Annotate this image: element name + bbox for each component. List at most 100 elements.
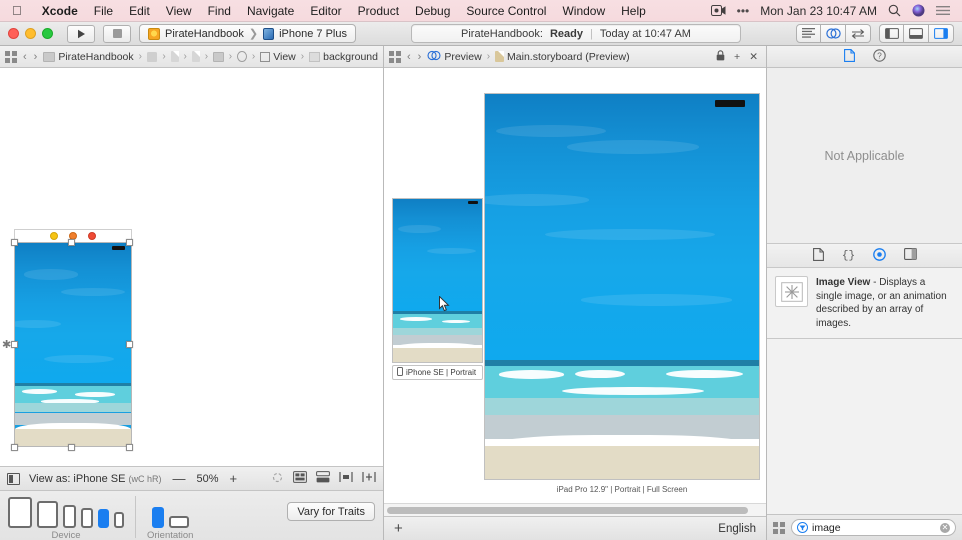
file-icon[interactable]: [170, 51, 179, 62]
device-iphone-plus[interactable]: [63, 505, 76, 528]
vary-for-traits-button[interactable]: Vary for Traits: [287, 502, 375, 521]
zoom-in-button[interactable]: +: [228, 471, 240, 486]
menu-item-debug[interactable]: Debug: [407, 4, 458, 18]
device-iphone-se[interactable]: [98, 509, 109, 528]
related-items-icon[interactable]: [5, 50, 17, 63]
screen-record-icon[interactable]: [710, 5, 726, 16]
preview-language-selector[interactable]: English: [718, 523, 756, 535]
preview-device-ipad-pro[interactable]: [484, 93, 760, 480]
utilities-toggle-icon[interactable]: [929, 24, 954, 43]
view-as-icon[interactable]: [7, 472, 20, 485]
library-list[interactable]: [767, 339, 962, 514]
library-grid-icon[interactable]: [773, 521, 785, 534]
breadcrumb-storyboard[interactable]: Main.storyboard (Preview): [495, 51, 630, 63]
device-iphone[interactable]: [81, 508, 93, 528]
exit-dock-icon[interactable]: [88, 232, 96, 240]
add-preview-device-button[interactable]: +: [394, 520, 403, 537]
preview-canvas[interactable]: iPhone SE | Portrait iPad Pro 12.9" | Po…: [384, 68, 766, 503]
menubar-clock[interactable]: Mon Jan 23 10:47 AM: [760, 4, 877, 18]
selection-handle[interactable]: [126, 239, 133, 246]
selection-handle[interactable]: [126, 341, 133, 348]
code-snippet-library-icon[interactable]: {}: [841, 248, 854, 264]
quick-help-icon[interactable]: ?: [872, 48, 886, 65]
forward-button[interactable]: ›: [33, 51, 39, 63]
selection-handle[interactable]: [68, 239, 75, 246]
device-ipad-pro-12[interactable]: [8, 497, 32, 528]
library-selected-item[interactable]: Image View - Displays a single image, or…: [767, 268, 962, 339]
spotlight-search-icon[interactable]: [888, 4, 901, 17]
update-frames-icon[interactable]: [293, 471, 307, 486]
selection-handle[interactable]: [126, 444, 133, 451]
forward-button[interactable]: ›: [417, 51, 423, 63]
menubar-ellipsis-icon[interactable]: •••: [737, 4, 750, 18]
close-preview-button[interactable]: ✕: [749, 51, 758, 63]
siri-icon[interactable]: [912, 4, 925, 17]
file-template-library-icon[interactable]: [812, 247, 824, 264]
scrollbar-thumb[interactable]: [387, 506, 748, 514]
menu-item-product[interactable]: Product: [350, 4, 407, 18]
close-window-button[interactable]: [8, 28, 19, 39]
debug-area-toggle-icon[interactable]: [904, 24, 929, 43]
filter-icon[interactable]: [797, 522, 808, 533]
breadcrumb-background[interactable]: background: [309, 51, 378, 63]
breadcrumb-view[interactable]: View: [260, 51, 296, 63]
zoom-out-button[interactable]: —: [170, 471, 187, 486]
notification-center-icon[interactable]: [936, 5, 950, 16]
minimize-window-button[interactable]: [25, 28, 36, 39]
pin-icon[interactable]: [362, 471, 376, 486]
preview-device-iphone-se[interactable]: [392, 198, 483, 363]
menu-item-find[interactable]: Find: [200, 4, 239, 18]
selection-handle[interactable]: [11, 341, 18, 348]
assistant-editor-icon[interactable]: [821, 24, 846, 43]
object-library-icon[interactable]: [872, 247, 886, 264]
orientation-portrait[interactable]: [151, 507, 164, 528]
media-library-icon[interactable]: [903, 248, 917, 263]
selection-handle[interactable]: [11, 444, 18, 451]
lock-icon[interactable]: [716, 49, 725, 64]
device-iphone-4s[interactable]: [114, 512, 124, 528]
apple-logo-icon[interactable]: : [12, 4, 22, 17]
view-controller-icon[interactable]: [237, 51, 247, 62]
preview-device-label-iphone-se[interactable]: iPhone SE | Portrait: [392, 365, 483, 380]
back-button[interactable]: ‹: [22, 51, 28, 63]
preview-horizontal-scrollbar[interactable]: [384, 503, 766, 516]
menu-item-xcode[interactable]: Xcode: [34, 4, 86, 18]
embed-in-icon[interactable]: [316, 471, 330, 486]
storyboard-canvas[interactable]: ✱: [0, 68, 383, 466]
add-preview-button[interactable]: +: [734, 51, 740, 63]
stop-button[interactable]: [103, 24, 131, 43]
menu-item-help[interactable]: Help: [613, 4, 654, 18]
menu-item-view[interactable]: View: [158, 4, 200, 18]
file-inspector-icon[interactable]: [843, 48, 855, 65]
clear-icon[interactable]: ✕: [940, 522, 950, 533]
zoom-level-label[interactable]: 50%: [196, 473, 218, 485]
view-as-label[interactable]: View as: iPhone SE (wC hR): [29, 473, 161, 485]
scheme-selector[interactable]: PirateHandbook ❯ iPhone 7 Plus: [139, 24, 356, 43]
zoom-window-button[interactable]: [42, 28, 53, 39]
selection-handle[interactable]: [11, 239, 18, 246]
breadcrumb-project[interactable]: PirateHandbook: [43, 51, 134, 63]
folder-icon[interactable]: [147, 51, 158, 62]
file-icon[interactable]: [191, 51, 200, 62]
search-input[interactable]: image ✕: [791, 519, 956, 536]
selected-image-view[interactable]: [14, 242, 132, 447]
menu-item-navigate[interactable]: Navigate: [239, 4, 302, 18]
navigator-toggle-icon[interactable]: [879, 24, 904, 43]
storyboard-icon[interactable]: [213, 51, 224, 62]
selection-handle[interactable]: [68, 444, 75, 451]
menu-item-edit[interactable]: Edit: [121, 4, 158, 18]
menu-item-file[interactable]: File: [86, 4, 121, 18]
device-ipad[interactable]: [37, 501, 58, 528]
menu-item-window[interactable]: Window: [554, 4, 613, 18]
version-editor-icon[interactable]: [846, 24, 871, 43]
breadcrumb-preview[interactable]: Preview: [427, 50, 482, 64]
align-icon[interactable]: [339, 471, 353, 486]
activity-status-bar[interactable]: PirateHandbook: Ready | Today at 10:47 A…: [411, 24, 741, 43]
back-button[interactable]: ‹: [406, 51, 412, 63]
menu-item-source-control[interactable]: Source Control: [458, 4, 554, 18]
run-button[interactable]: [67, 24, 95, 43]
standard-editor-icon[interactable]: [796, 24, 821, 43]
orientation-landscape[interactable]: [168, 516, 189, 528]
focus-icon[interactable]: [271, 471, 284, 487]
menu-item-editor[interactable]: Editor: [302, 4, 349, 18]
